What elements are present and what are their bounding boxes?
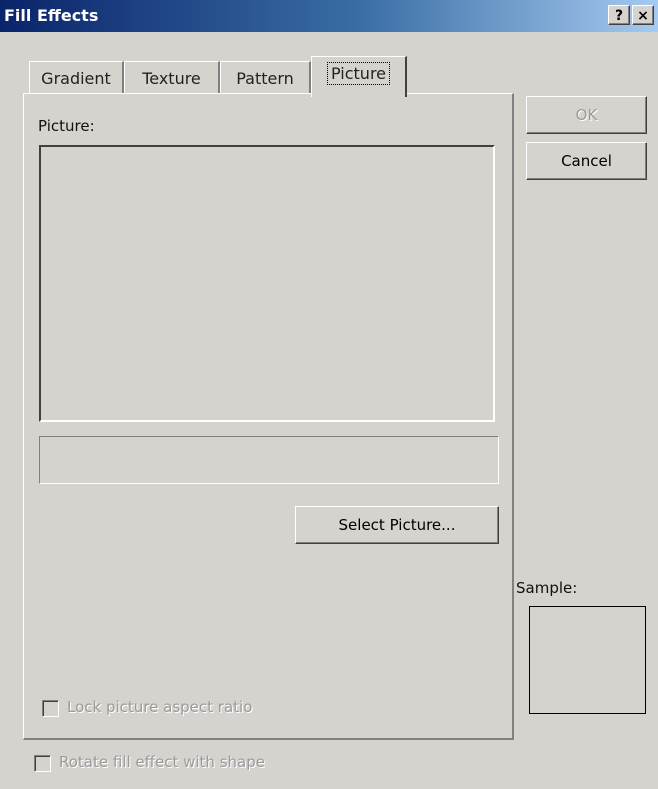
- close-button[interactable]: ×: [632, 5, 654, 25]
- tab-pattern-label: Pattern: [236, 69, 294, 88]
- tab-gradient-label: Gradient: [41, 69, 111, 88]
- tab-pattern[interactable]: Pattern: [220, 61, 311, 94]
- picture-name-field: [39, 436, 499, 484]
- select-picture-button[interactable]: Select Picture...: [295, 506, 499, 544]
- ok-button-label: OK: [575, 106, 598, 124]
- title-bar: Fill Effects ? ×: [0, 0, 658, 32]
- window-title: Fill Effects: [4, 6, 99, 25]
- lock-aspect-label: Lock picture aspect ratio: [67, 698, 253, 716]
- tab-picture[interactable]: Picture: [311, 56, 407, 97]
- picture-label: Picture:: [38, 117, 95, 135]
- tab-picture-label: Picture: [326, 62, 391, 85]
- lock-aspect-checkbox[interactable]: [42, 700, 59, 717]
- sample-preview: [529, 606, 646, 714]
- help-button[interactable]: ?: [608, 5, 630, 25]
- select-picture-label: Select Picture...: [338, 516, 456, 534]
- tab-texture[interactable]: Texture: [124, 61, 220, 94]
- cancel-button[interactable]: Cancel: [526, 142, 647, 180]
- ok-button[interactable]: OK: [526, 96, 647, 134]
- picture-preview: [39, 145, 495, 422]
- rotate-fill-label: Rotate fill effect with shape: [59, 753, 265, 771]
- help-icon: ?: [614, 8, 624, 24]
- sample-label: Sample:: [516, 579, 578, 597]
- close-icon: ×: [637, 8, 649, 24]
- cancel-button-label: Cancel: [561, 152, 612, 170]
- rotate-fill-checkbox[interactable]: [34, 755, 51, 772]
- tab-gradient[interactable]: Gradient: [29, 61, 124, 94]
- tab-texture-label: Texture: [142, 69, 201, 88]
